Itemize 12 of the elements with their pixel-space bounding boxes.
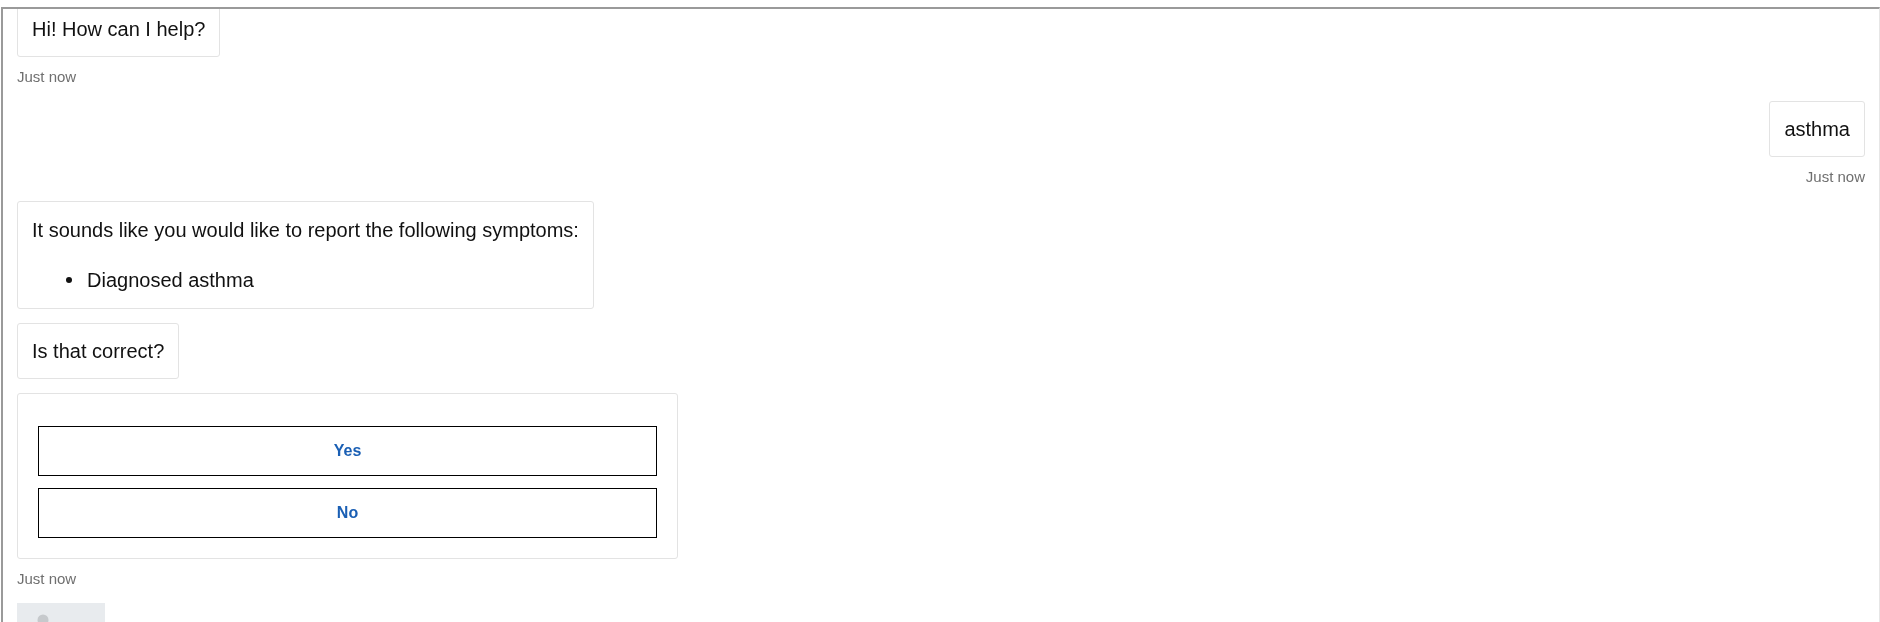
message-timestamp: Just now bbox=[17, 569, 77, 589]
message-bubble: asthma bbox=[1769, 101, 1865, 157]
message-timestamp: Just now bbox=[1805, 167, 1865, 187]
option-button[interactable]: Yes bbox=[38, 426, 657, 476]
message-bubble: Is that correct? bbox=[17, 323, 180, 379]
message-bubble: Hi! How can I help? bbox=[17, 9, 221, 57]
symptom-item: Diagnosed asthma bbox=[87, 268, 254, 292]
avatar-icon bbox=[17, 603, 105, 622]
message-text: It sounds like you would like to report the following symptoms: bbox=[32, 218, 579, 242]
bullet-icon bbox=[66, 277, 72, 283]
message-timestamp: Just now bbox=[17, 67, 77, 87]
option-button[interactable]: No bbox=[38, 488, 657, 538]
